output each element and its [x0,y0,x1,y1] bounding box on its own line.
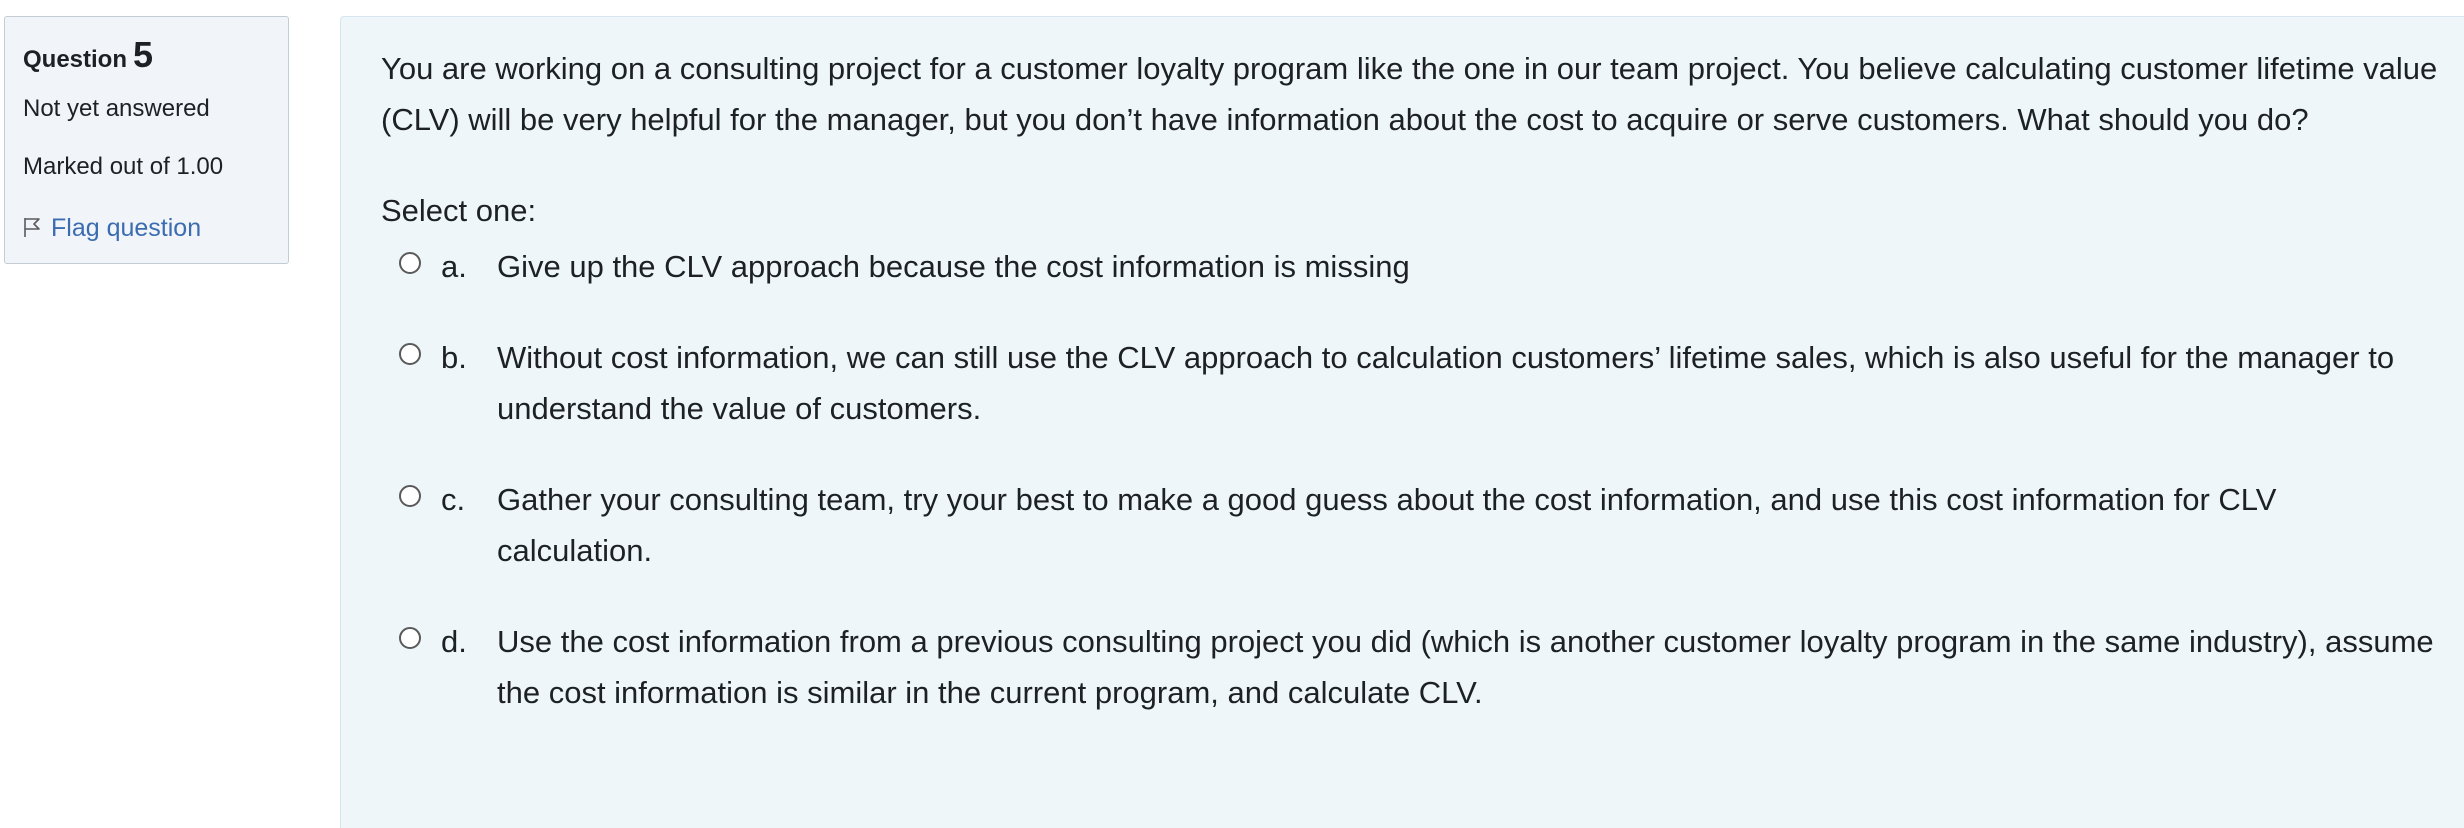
answer-d-text[interactable]: Use the cost information from a previous… [497,616,2437,718]
answer-options: a. Give up the CLV approach because the … [381,241,2464,718]
question-state: Not yet answered [23,95,210,122]
answer-option-b[interactable]: b. Without cost information, we can stil… [381,332,2464,434]
flag-question-label: Flag question [51,213,202,242]
flag-question-link[interactable]: Flag question [23,210,270,245]
answer-c-letter: c. [441,482,466,517]
answer-prompt: Select one: [381,193,537,228]
question-info-panel: Question 5 Not yet answered Marked out of… [4,16,289,264]
answer-a-radio[interactable] [399,252,421,274]
answer-option-a[interactable]: a. Give up the CLV approach because the … [381,241,2464,292]
question-content: You are working on a consulting project … [340,16,2464,828]
answer-b-text[interactable]: Without cost information, we can still u… [497,332,2437,434]
question-label: Question [23,46,128,73]
question-number-value: 5 [133,34,154,75]
question-grade: Marked out of 1.00 [23,153,224,180]
question-text: You are working on a consulting project … [381,51,2438,137]
answer-a-letter: a. [441,249,467,284]
answer-a-text[interactable]: Give up the CLV approach because the cos… [497,241,2437,292]
flag-icon [23,210,51,245]
answer-c-radio[interactable] [399,485,421,507]
answer-b-letter: b. [441,340,467,375]
answer-d-letter: d. [441,624,467,659]
answer-option-c[interactable]: c. Gather your consulting team, try your… [381,474,2464,576]
answer-c-text[interactable]: Gather your consulting team, try your be… [497,474,2437,576]
answer-d-radio[interactable] [399,627,421,649]
answer-b-radio[interactable] [399,343,421,365]
answer-option-d[interactable]: d. Use the cost information from a previ… [381,616,2464,718]
question-number: Question 5 [23,35,270,80]
